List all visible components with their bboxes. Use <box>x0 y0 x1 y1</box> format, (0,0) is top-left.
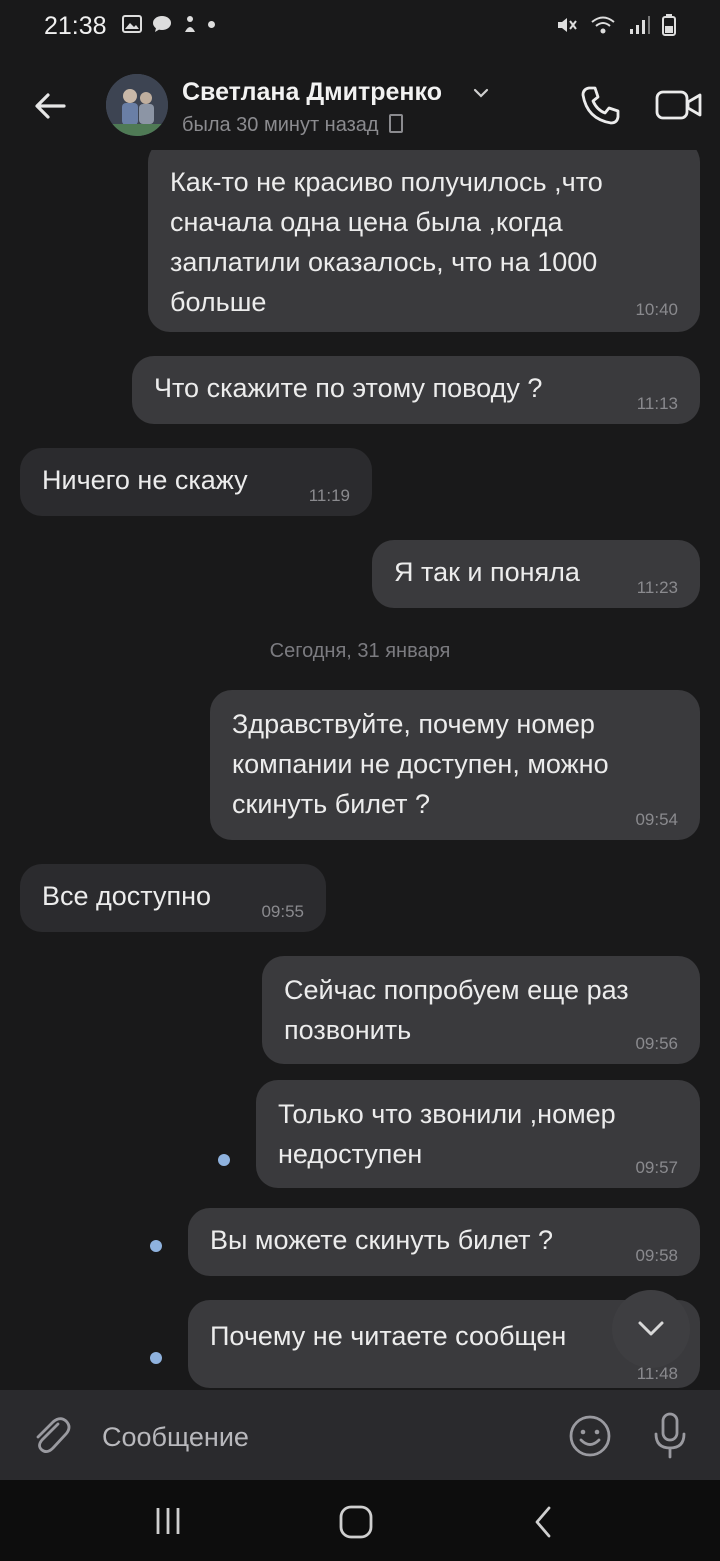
message-time: 09:56 <box>635 1034 678 1053</box>
battery-icon <box>662 14 676 36</box>
message-text: Все доступно <box>42 881 212 911</box>
message-text: Только что звонили ,номер недоступен <box>278 1099 616 1169</box>
message-time: 09:58 <box>635 1246 678 1265</box>
home-icon[interactable] <box>336 1502 376 1542</box>
scroll-to-bottom-button[interactable] <box>612 1290 690 1368</box>
message-bubble-outgoing[interactable]: Вы можете скинуть билет ? 09:58 <box>188 1208 700 1276</box>
unread-indicator <box>150 1240 162 1252</box>
more-notifications-dot <box>208 20 215 28</box>
message-list[interactable]: Как-то не красиво получилось ,что сначал… <box>0 150 720 1390</box>
unread-indicator <box>150 1352 162 1364</box>
message-bubble-outgoing[interactable]: Только что звонили ,номер недоступен 09:… <box>256 1080 700 1188</box>
message-time: 11:19 <box>308 486 350 505</box>
back-arrow-icon[interactable] <box>26 82 74 130</box>
message-bubble-incoming[interactable]: Ничего не скажу 11:19 <box>20 448 372 516</box>
chevron-down-icon[interactable] <box>472 84 490 102</box>
system-navigation-bar <box>0 1480 720 1561</box>
video-camera-icon[interactable] <box>654 82 704 128</box>
message-bubble-outgoing[interactable]: Здравствуйте, почему номер компании не д… <box>210 690 700 840</box>
message-bubble-outgoing[interactable]: Как-то не красиво получилось ,что сначал… <box>148 150 700 332</box>
message-text: Как-то не красиво получилось ,что сначал… <box>170 167 603 317</box>
signal-icon <box>630 16 650 34</box>
message-time: 11:13 <box>636 394 678 413</box>
microphone-icon[interactable] <box>646 1410 694 1462</box>
message-bubble-incoming[interactable]: Все доступно 09:55 <box>20 864 326 932</box>
recent-apps-icon[interactable] <box>148 1506 188 1536</box>
back-icon[interactable] <box>528 1502 558 1542</box>
mute-icon <box>558 18 577 32</box>
message-text: Я так и поняла <box>394 557 580 587</box>
notification-icons <box>122 14 215 34</box>
message-text: Почему не читаете сообщен <box>210 1321 567 1351</box>
message-bubble-outgoing[interactable]: Я так и поняла 11:23 <box>372 540 700 608</box>
contact-name[interactable]: Светлана Дмитренко <box>182 78 442 107</box>
message-bubble-outgoing[interactable]: Что скажите по этому поводу ? 11:13 <box>132 356 700 424</box>
status-time: 21:38 <box>44 12 107 40</box>
gallery-notification-icon <box>122 15 142 33</box>
phone-icon[interactable] <box>578 82 624 128</box>
last-seen-status: была 30 минут назад <box>182 114 403 137</box>
unread-indicator <box>218 1154 230 1166</box>
message-time: 09:55 <box>261 902 304 921</box>
message-text: Вы можете скинуть билет ? <box>210 1225 553 1255</box>
message-bubble-outgoing[interactable]: Сейчас попробуем еще раз позвонить 09:56 <box>262 956 700 1064</box>
mobile-device-icon <box>388 114 403 133</box>
emoji-icon[interactable] <box>566 1412 614 1460</box>
message-time: 09:57 <box>635 1158 678 1177</box>
avatar[interactable] <box>106 74 168 136</box>
paperclip-icon[interactable] <box>28 1412 74 1458</box>
message-text: Что скажите по этому поводу ? <box>154 373 543 403</box>
chevron-down-icon <box>638 1321 664 1336</box>
message-text: Ничего не скажу <box>42 465 248 495</box>
system-icons <box>556 14 676 36</box>
wifi-icon <box>591 16 615 34</box>
message-input[interactable] <box>100 1414 544 1460</box>
date-separator: Сегодня, 31 января <box>269 640 451 662</box>
avatar-image <box>106 74 168 136</box>
chat-header: Светлана Дмитренко была 30 минут назад <box>0 60 720 150</box>
message-time: 09:54 <box>635 810 678 829</box>
last-seen-text: была 30 минут назад <box>182 114 379 136</box>
message-text: Здравствуйте, почему номер компании не д… <box>232 709 609 819</box>
app-notification-icon <box>185 16 195 32</box>
message-text: Сейчас попробуем еще раз позвонить <box>284 975 629 1045</box>
message-time: 10:40 <box>635 300 678 319</box>
message-notification-icon <box>153 16 171 32</box>
message-time: 11:23 <box>636 578 678 597</box>
status-bar: 21:38 <box>0 0 720 56</box>
composer-bar <box>0 1390 720 1480</box>
